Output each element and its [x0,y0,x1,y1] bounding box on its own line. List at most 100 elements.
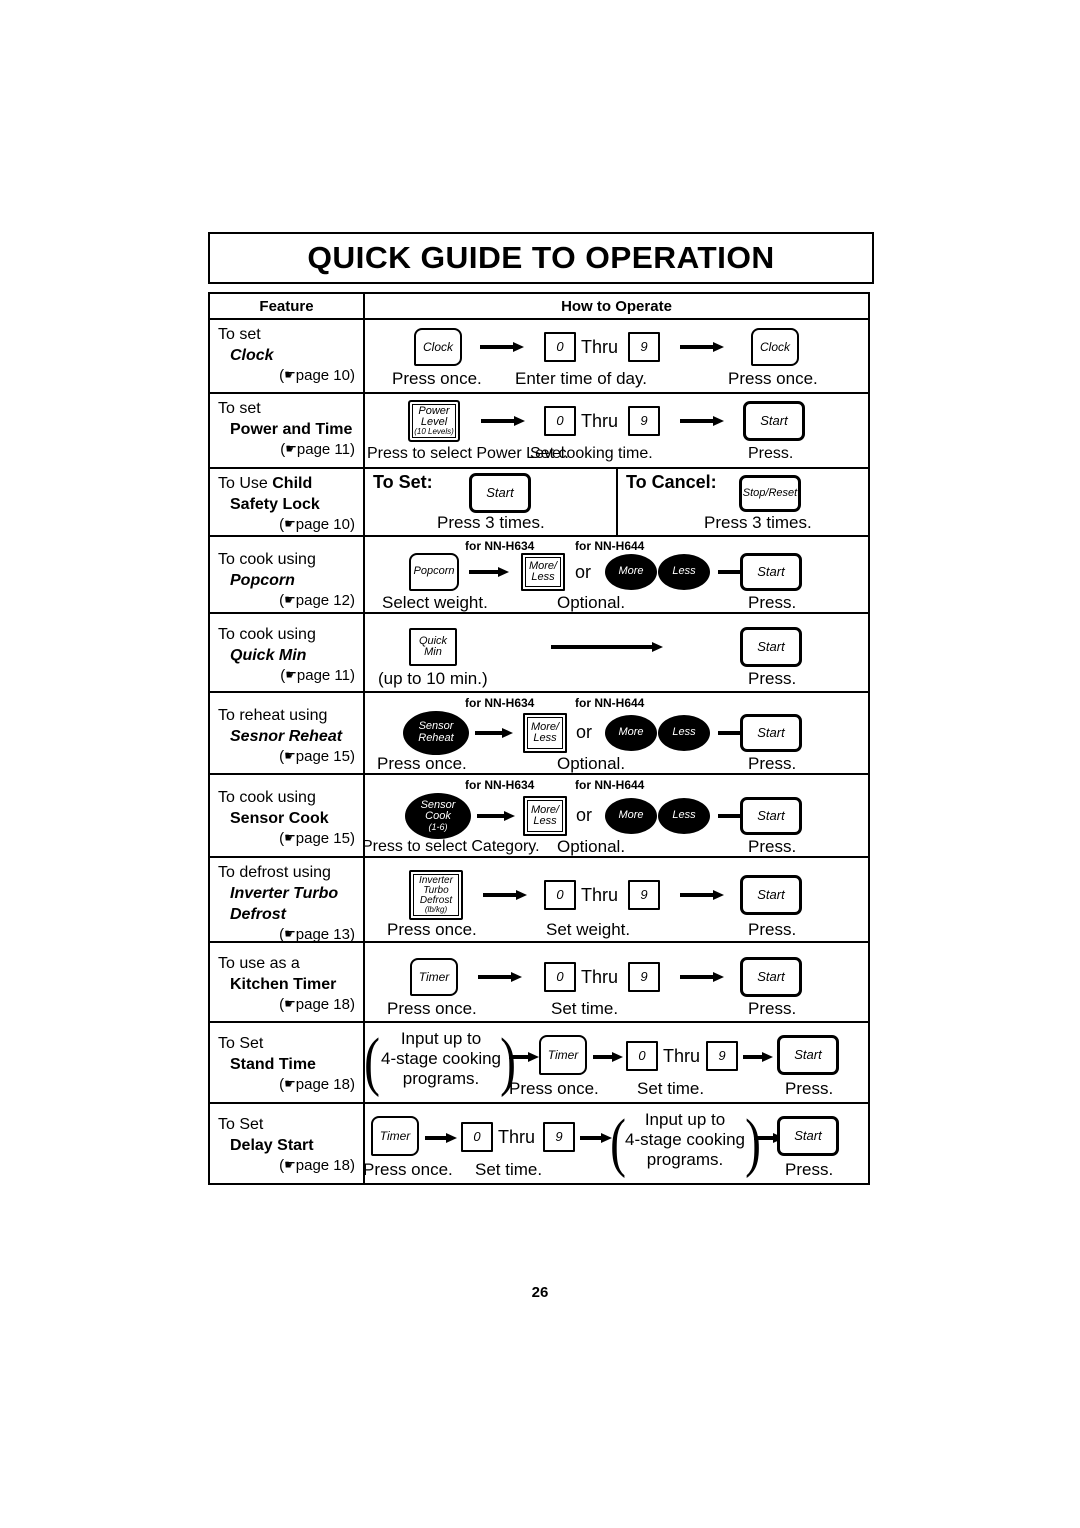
feature-line1: To set [218,326,261,343]
feature-name: Safety Lock [230,496,320,513]
button-more-oval[interactable]: More [605,554,657,590]
quick-guide-table: Feature How to Operate To set Clock (☛pa… [208,292,870,1185]
table-row-child-safety-lock: To Use Child Safety Lock (☛page 10) To S… [210,469,868,537]
tag-nn-h634: for NN-H634 [465,539,535,553]
button-start[interactable]: Start [777,1035,839,1075]
caption-step1: Press once. [377,754,467,773]
button-digit-nine[interactable]: 9 [543,1122,575,1152]
button-start[interactable]: Start [740,875,802,915]
caption-step3: Press. [748,920,797,939]
note-4-stage: Input up to 4-stage cooking programs. [621,1110,749,1170]
button-digit-nine[interactable]: 9 [706,1041,738,1071]
feature-name: Kitchen Timer [230,976,337,993]
feature-cell-kitchen-timer: To use as a Kitchen Timer (☛page 18) [210,943,365,1021]
operate-cell-popcorn: for NN-H634 for NN-H644 Popcorn More/ Le… [365,537,868,612]
button-more-less[interactable]: More/ Less [523,713,567,753]
table-row-kitchen-timer: To use as a Kitchen Timer (☛page 18) Tim… [210,943,868,1023]
button-digit-nine[interactable]: 9 [628,332,660,362]
button-less-oval[interactable]: Less [658,554,710,590]
button-start[interactable]: Start [469,473,531,513]
note-4-stage: Input up to 4-stage cooking programs. [377,1029,505,1089]
caption-step1: Press once. [509,1079,599,1098]
table-row-stand-time: To Set Stand Time (☛page 18) ( Input up … [210,1023,868,1104]
button-start[interactable]: Start [740,714,802,752]
feature-name: Inverter Turbo [230,885,339,902]
button-timer[interactable]: Timer [371,1116,419,1156]
caption-step2: Optional. [557,837,626,856]
feature-page-ref: (☛page 13) [279,926,355,943]
button-clock-1[interactable]: Clock [414,328,462,366]
pointing-hand-icon: ☛ [284,1157,296,1172]
button-digit-nine[interactable]: 9 [628,406,660,436]
caption-step3: Press. [748,445,794,462]
button-timer[interactable]: Timer [410,958,458,996]
button-digit-nine[interactable]: 9 [628,880,660,910]
thru-label: Thru [498,1127,536,1147]
button-clock-2[interactable]: Clock [751,328,799,366]
button-quick-min[interactable]: Quick Min [409,628,457,666]
pointing-hand-icon: ☛ [284,592,296,607]
feature-page-ref: (☛page 10) [279,367,355,384]
feature-line1: To reheat using [218,707,328,724]
button-start[interactable]: Start [777,1116,839,1156]
feature-page-ref: (☛page 11) [280,441,355,458]
caption-step3: Press. [785,1160,834,1179]
button-more-oval[interactable]: More [605,798,657,834]
caption-step1: Press once. [387,920,477,939]
table-header-row: Feature How to Operate [210,294,868,320]
feature-cell-power-and-time: To set Power and Time (☛page 11) [210,394,365,467]
button-digit-zero[interactable]: 0 [544,332,576,362]
feature-cell-stand-time: To Set Stand Time (☛page 18) [210,1023,365,1102]
button-more-oval[interactable]: More [605,715,657,751]
button-start[interactable]: Start [740,797,802,835]
feature-page-ref: (☛page 15) [279,830,355,847]
button-inverter-turbo-defrost[interactable]: Inverter Turbo Defrost (lb/kg) [409,870,463,920]
button-start[interactable]: Start [740,627,802,667]
caption-step1: Press once. [387,999,477,1018]
button-less-oval[interactable]: Less [658,798,710,834]
feature-line1: To defrost using [218,864,331,881]
button-digit-zero[interactable]: 0 [461,1122,493,1152]
button-stop-reset[interactable]: Stop/Reset [739,475,801,512]
button-digit-nine[interactable]: 9 [628,962,660,992]
operate-cell-stand-time: ( Input up to 4-stage cooking programs. … [364,1023,868,1102]
button-power-level[interactable]: Power Level (10 Levels) [408,400,460,442]
caption-step1: Select weight. [382,593,488,612]
button-digit-zero[interactable]: 0 [544,880,576,910]
button-digit-zero[interactable]: 0 [544,406,576,436]
pointing-hand-icon: ☛ [284,926,296,941]
button-less-line: Less [533,732,557,744]
button-sensor-cook[interactable]: Sensor Cook (1-6) [405,793,471,839]
caption-step3: Press. [785,1079,834,1098]
button-start[interactable]: Start [740,553,802,591]
button-less-oval[interactable]: Less [658,715,710,751]
button-sensor-reheat[interactable]: Sensor Reheat [403,711,469,755]
or-label: or [576,722,593,742]
tag-nn-h634: for NN-H634 [465,696,535,710]
button-digit-zero[interactable]: 0 [544,962,576,992]
button-digit-zero[interactable]: 0 [626,1041,658,1071]
caption-step1: (up to 10 min.) [378,669,488,688]
feature-page-ref: (☛page 18) [279,1157,355,1174]
page-number: 26 [531,1284,549,1301]
button-reheat-line: Reheat [418,732,454,744]
button-timer[interactable]: Timer [539,1035,587,1075]
pointing-hand-icon: ☛ [285,441,297,456]
feature-cell-sensor-cook: To cook using Sensor Cook (☛page 15) [210,775,365,856]
caption-step2: Set time. [475,1160,543,1179]
feature-line1: To cook using [218,551,316,568]
button-popcorn[interactable]: Popcorn [409,553,459,591]
feature-cell-popcorn: To cook using Popcorn (☛page 12) [210,537,365,612]
feature-name: Power and Time [230,421,353,438]
caption-step2: Enter time of day. [515,369,647,388]
operate-cell-quick-min: Quick Min Start (up to 10 min.) Press. [365,614,868,691]
button-start[interactable]: Start [743,401,805,441]
or-label: or [575,562,592,582]
button-more-less[interactable]: More/ Less [521,553,565,591]
feature-cell-inverter-turbo-defrost: To defrost using Inverter Turbo Defrost … [210,858,365,943]
button-start[interactable]: Start [740,957,802,997]
pointing-hand-icon: ☛ [284,367,296,382]
thru-label: Thru [581,411,619,431]
feature-line1: To set [218,400,261,417]
button-more-less[interactable]: More/ Less [523,796,567,836]
